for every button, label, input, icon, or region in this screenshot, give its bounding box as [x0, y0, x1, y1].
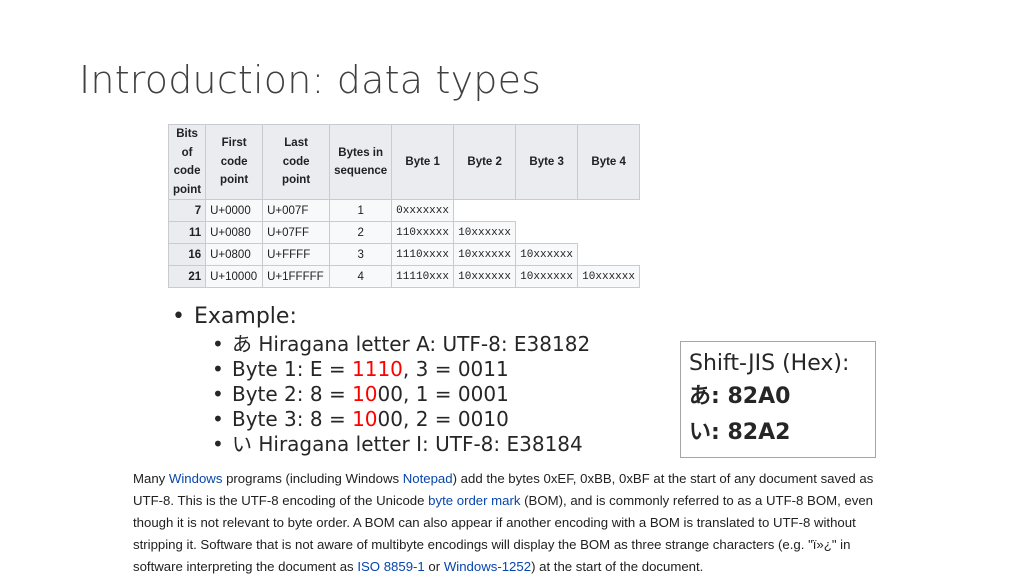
list-item-text: Hiragana letter I: UTF-8: E38184: [252, 432, 583, 456]
list-item-text: , 3 = 0011: [402, 357, 509, 381]
bullet-icon: •: [172, 304, 185, 329]
shift-jis-title: Shift-JIS (Hex):: [689, 351, 850, 376]
paragraph-text: programs (including Windows: [222, 471, 403, 486]
windows-1252-link[interactable]: Windows-1252: [444, 559, 531, 574]
first-code-point-cell: U+10000: [205, 265, 264, 288]
list-item: • Byte 1: E = 1110, 3 = 0011: [170, 357, 590, 382]
header-byte-2: Byte 2: [453, 124, 517, 200]
table-header-row: Bits of code point First code point Last code…: [167, 124, 641, 200]
byte-1-cell: 11110xxx: [391, 265, 455, 288]
bom-paragraph: Many Windows programs (including Windows…: [133, 468, 893, 578]
empty-cell: [578, 244, 640, 266]
table-row: 11 U+0080 U+07FF 2 110xxxxx 10xxxxxx: [167, 221, 640, 244]
list-item: • あ Hiragana letter A: UTF-8: E38182: [170, 332, 590, 357]
header-bits: Bits of code point: [167, 124, 207, 200]
byte-order-mark-link[interactable]: byte order mark: [428, 493, 520, 508]
header-byte-1: Byte 1: [391, 124, 455, 200]
table-row: 7 U+0000 U+007F 1 0xxxxxxx: [167, 199, 640, 222]
last-code-point-cell: U+FFFF: [262, 243, 331, 266]
header-bytes-in-sequence: Bytes in sequence: [329, 124, 393, 200]
header-byte-3: Byte 3: [515, 124, 579, 200]
bullet-icon: •: [212, 382, 224, 406]
list-item: • Example:: [170, 302, 590, 332]
last-code-point-cell: U+1FFFFF: [262, 265, 331, 288]
byte-2-cell: 10xxxxxx: [453, 221, 517, 244]
header-last-code-point: Last code point: [262, 124, 331, 200]
shift-jis-row: い: 82A2: [689, 415, 867, 451]
shift-jis-code: : 82A0: [711, 384, 791, 409]
notepad-link[interactable]: Notepad: [403, 471, 453, 486]
bullet-icon: •: [212, 357, 224, 381]
bits-cell: 11: [167, 221, 207, 244]
example-bullet-list: • Example: • あ Hiragana letter A: UTF-8:…: [170, 302, 590, 457]
header-byte-4: Byte 4: [577, 124, 641, 200]
bits-cell: 16: [167, 243, 207, 266]
hiragana-char: い: [689, 420, 712, 445]
list-item-text: Byte 3: 8 =: [232, 407, 353, 431]
empty-cell: [454, 200, 516, 222]
paragraph-text: or: [424, 559, 444, 574]
list-item: • い Hiragana letter I: UTF-8: E38184: [170, 432, 590, 457]
page-title: Introduction: data types: [79, 58, 542, 102]
bytes-cell: 4: [329, 265, 393, 288]
last-code-point-cell: U+007F: [262, 199, 331, 222]
windows-link[interactable]: Windows: [169, 471, 223, 486]
hiragana-char: あ: [232, 332, 252, 356]
byte-2-cell: 10xxxxxx: [453, 243, 517, 266]
byte-3-cell: 10xxxxxx: [515, 265, 579, 288]
byte-2-cell: 10xxxxxx: [453, 265, 517, 288]
hiragana-char: い: [232, 432, 252, 456]
bullet-icon: •: [212, 332, 224, 356]
iso-8859-1-link[interactable]: ISO 8859-1: [357, 559, 424, 574]
byte-4-cell: 10xxxxxx: [577, 265, 641, 288]
highlighted-bits: 10: [352, 407, 378, 431]
bytes-cell: 3: [329, 243, 393, 266]
bits-cell: 21: [167, 265, 207, 288]
utf8-encoding-table: Bits of code point First code point Last code…: [167, 124, 641, 288]
table-row: 21 U+10000 U+1FFFFF 4 11110xxx 10xxxxxx …: [167, 265, 641, 288]
highlighted-bits: 10: [352, 382, 378, 406]
last-code-point-cell: U+07FF: [262, 221, 331, 244]
bits-cell: 7: [167, 199, 207, 222]
byte-1-cell: 110xxxxx: [391, 221, 455, 244]
first-code-point-cell: U+0000: [205, 199, 264, 222]
header-first-code-point: First code point: [205, 124, 264, 200]
byte-3-cell: 10xxxxxx: [515, 243, 579, 266]
shift-jis-box: Shift-JIS (Hex): あ: 82A0 い: 82A2: [680, 341, 876, 458]
highlighted-bits: 1110: [352, 357, 403, 381]
list-item-text: 00, 1 = 0001: [377, 382, 509, 406]
first-code-point-cell: U+0800: [205, 243, 264, 266]
list-item-text: Hiragana letter A: UTF-8: E38182: [252, 332, 591, 356]
hiragana-char: あ: [689, 384, 712, 409]
paragraph-text: Many: [133, 471, 169, 486]
shift-jis-row: あ: 82A0: [689, 379, 867, 415]
bullet-icon: •: [212, 407, 224, 431]
bytes-cell: 1: [329, 199, 393, 222]
list-item: • Byte 2: 8 = 1000, 1 = 0001: [170, 382, 590, 407]
empty-cell: [516, 200, 578, 222]
list-item: • Byte 3: 8 = 1000, 2 = 0010: [170, 407, 590, 432]
empty-cell: [516, 222, 578, 244]
bullet-icon: •: [212, 432, 224, 456]
paragraph-text: ) at the start of the document.: [531, 559, 704, 574]
list-item-text: Byte 2: 8 =: [232, 382, 353, 406]
shift-jis-code: : 82A2: [711, 420, 791, 445]
byte-1-cell: 0xxxxxxx: [391, 199, 455, 222]
bytes-cell: 2: [329, 221, 393, 244]
table-row: 16 U+0800 U+FFFF 3 1110xxxx 10xxxxxx 10x…: [167, 243, 640, 266]
empty-cell: [578, 200, 640, 222]
empty-cell: [578, 222, 640, 244]
example-heading: Example:: [194, 304, 297, 329]
list-item-text: 00, 2 = 0010: [377, 407, 509, 431]
byte-1-cell: 1110xxxx: [391, 243, 455, 266]
list-item-text: Byte 1: E =: [232, 357, 352, 381]
first-code-point-cell: U+0080: [205, 221, 264, 244]
